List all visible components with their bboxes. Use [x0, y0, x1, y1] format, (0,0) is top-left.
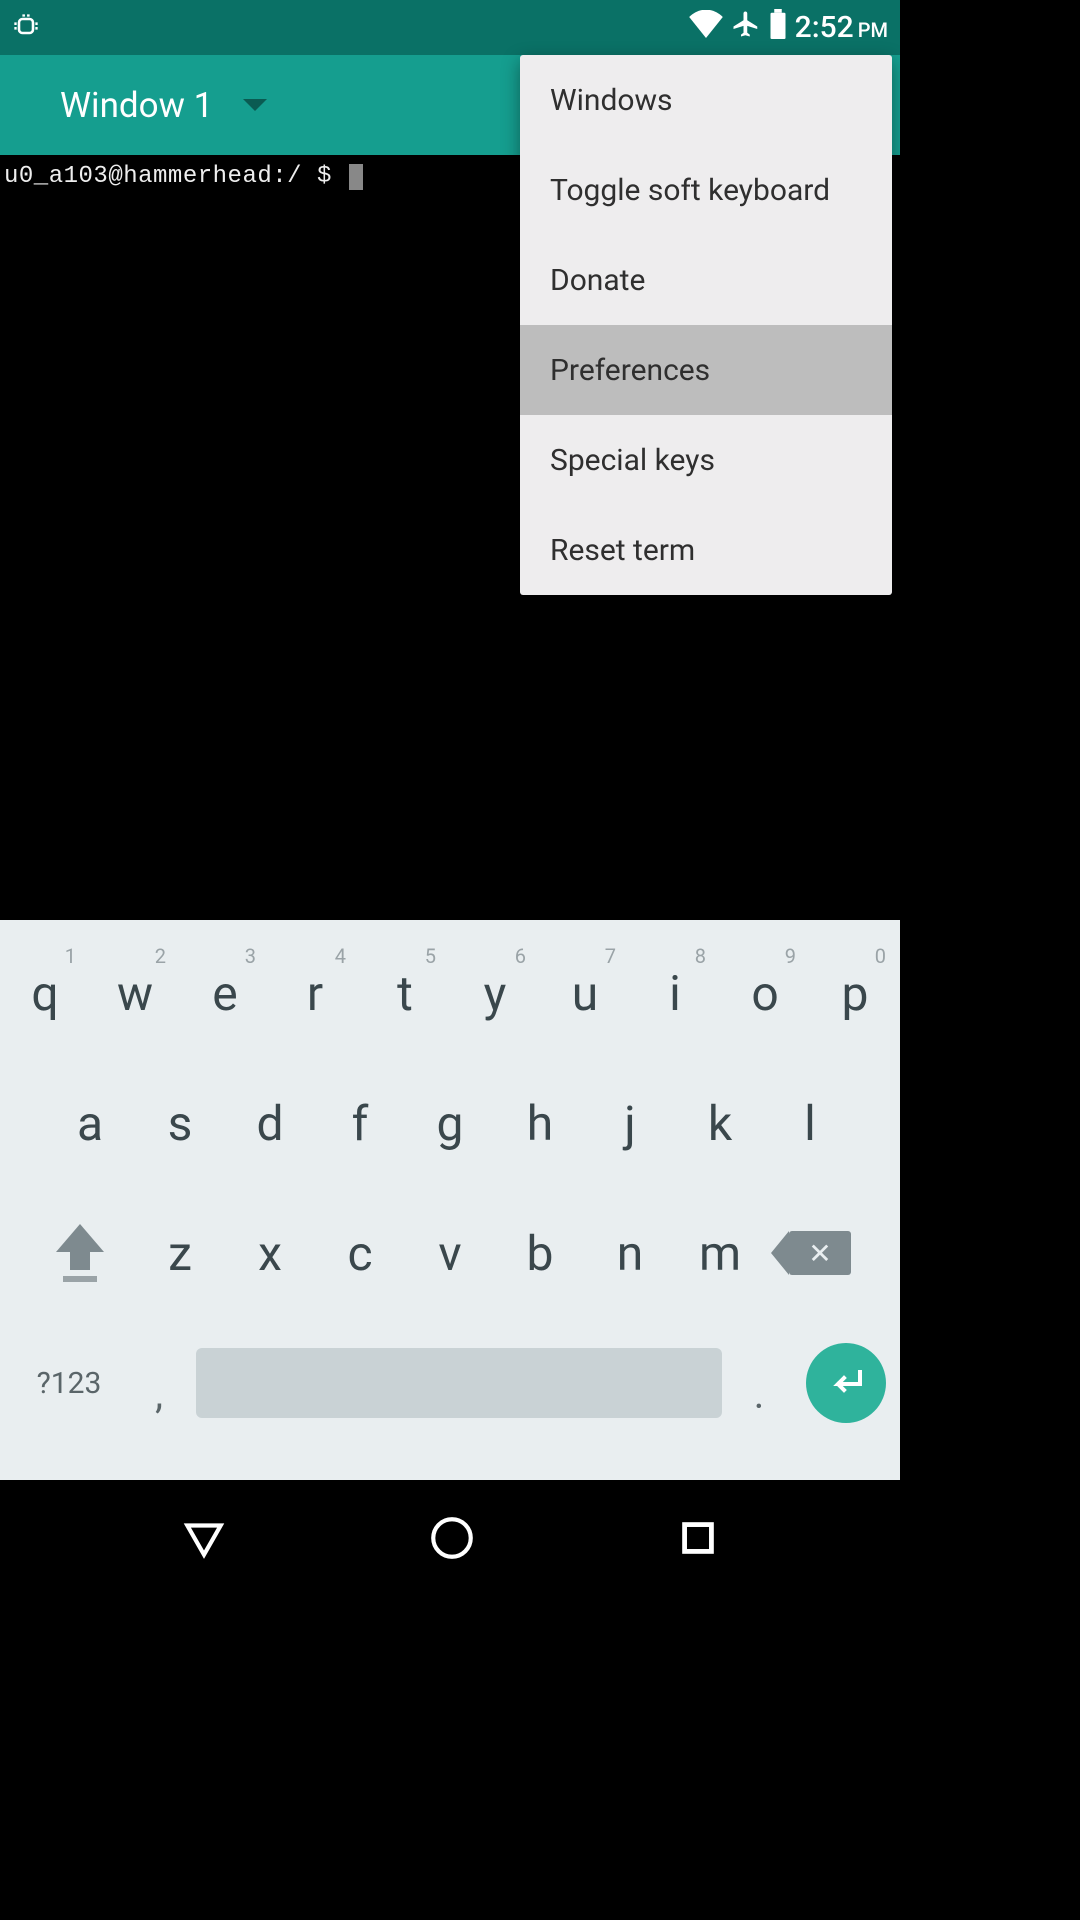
key-c[interactable]: c — [315, 1198, 405, 1308]
soft-keyboard: 1q2w3e4r5t6y7u8i9o0p asdfghjkl zxcvbnm ✕… — [0, 920, 900, 1480]
shift-icon — [56, 1224, 104, 1252]
key-x[interactable]: x — [225, 1198, 315, 1308]
key-g[interactable]: g — [405, 1068, 495, 1178]
menu-item-donate[interactable]: Donate — [520, 235, 892, 325]
menu-item-toggle-soft-keyboard[interactable]: Toggle soft keyboard — [520, 145, 892, 235]
key-t[interactable]: 5t — [360, 938, 450, 1048]
status-bar: 2:52PM — [0, 0, 900, 55]
key-u[interactable]: 7u — [540, 938, 630, 1048]
key-r[interactable]: 4r — [270, 938, 360, 1048]
key-d[interactable]: d — [225, 1068, 315, 1178]
menu-item-reset-term[interactable]: Reset term — [520, 505, 892, 595]
key-y[interactable]: 6y — [450, 938, 540, 1048]
wifi-icon — [689, 10, 723, 46]
key-w[interactable]: 2w — [90, 938, 180, 1048]
chevron-down-icon — [243, 99, 267, 111]
menu-item-special-keys[interactable]: Special keys — [520, 415, 892, 505]
airplane-icon — [731, 9, 761, 47]
key-e[interactable]: 3e — [180, 938, 270, 1048]
key-h[interactable]: h — [495, 1068, 585, 1178]
menu-item-windows[interactable]: Windows — [520, 55, 892, 145]
backspace-icon: ✕ — [789, 1231, 851, 1275]
key-k[interactable]: k — [675, 1068, 765, 1178]
battery-icon — [769, 9, 787, 47]
key-b[interactable]: b — [495, 1198, 585, 1308]
window-selector-dropdown[interactable]: Window 1 — [30, 85, 267, 126]
key-i[interactable]: 8i — [630, 938, 720, 1048]
key-o[interactable]: 9o — [720, 938, 810, 1048]
comma-key[interactable]: , — [124, 1328, 194, 1438]
window-selector-label: Window 1 — [60, 85, 213, 126]
key-m[interactable]: m — [675, 1198, 765, 1308]
key-j[interactable]: j — [585, 1068, 675, 1178]
key-n[interactable]: n — [585, 1198, 675, 1308]
key-f[interactable]: f — [315, 1068, 405, 1178]
key-a[interactable]: a — [45, 1068, 135, 1178]
key-s[interactable]: s — [135, 1068, 225, 1178]
back-button[interactable] — [179, 1513, 229, 1567]
terminal-prompt: u0_a103@hammerhead:/ $ — [4, 163, 347, 190]
clock-time: 2:52PM — [795, 10, 888, 45]
debug-icon — [12, 12, 40, 44]
key-q[interactable]: 1q — [0, 938, 90, 1048]
overflow-menu: WindowsToggle soft keyboardDonatePrefere… — [520, 55, 892, 595]
key-z[interactable]: z — [135, 1198, 225, 1308]
period-key[interactable]: . — [724, 1328, 794, 1438]
recents-button[interactable] — [675, 1515, 721, 1565]
terminal-cursor — [349, 164, 363, 190]
navigation-bar — [0, 1480, 900, 1600]
key-l[interactable]: l — [765, 1068, 855, 1178]
backspace-key[interactable]: ✕ — [765, 1198, 875, 1308]
key-v[interactable]: v — [405, 1198, 495, 1308]
symbols-key[interactable]: ?123 — [14, 1328, 124, 1438]
menu-item-preferences[interactable]: Preferences — [520, 325, 892, 415]
enter-icon — [826, 1368, 866, 1398]
spacebar-key[interactable] — [196, 1348, 722, 1418]
shift-key[interactable] — [25, 1198, 135, 1308]
enter-key[interactable] — [806, 1343, 886, 1423]
key-p[interactable]: 0p — [810, 938, 900, 1048]
home-button[interactable] — [427, 1513, 477, 1567]
